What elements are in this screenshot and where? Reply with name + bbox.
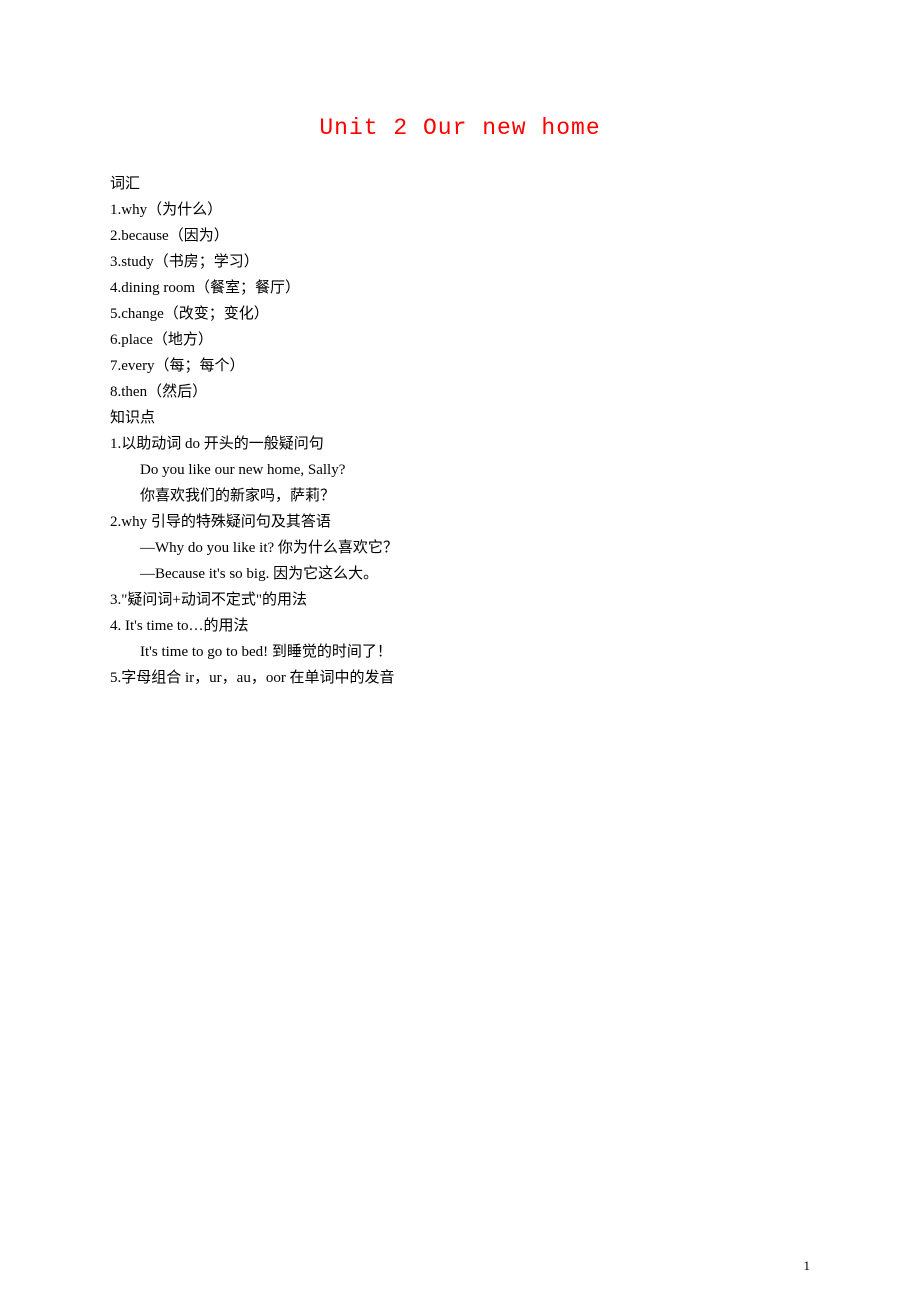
knowledge-item: 2.why 引导的特殊疑问句及其答语: [110, 509, 810, 535]
vocab-item: 6.place（地方）: [110, 327, 810, 353]
document-content: 词汇 1.why（为什么）2.because（因为）3.study（书房；学习）…: [110, 171, 810, 691]
knowledge-item: —Why do you like it? 你为什么喜欢它？: [110, 535, 810, 561]
knowledge-item: 4. It's time to…的用法: [110, 613, 810, 639]
vocab-item: 3.study（书房；学习）: [110, 249, 810, 275]
knowledge-item: —Because it's so big. 因为它这么大。: [110, 561, 810, 587]
knowledge-item: 你喜欢我们的新家吗，萨莉？: [110, 483, 810, 509]
vocab-item: 5.change（改变；变化）: [110, 301, 810, 327]
vocab-item: 1.why（为什么）: [110, 197, 810, 223]
knowledge-item: Do you like our new home, Sally?: [110, 457, 810, 483]
document-page: Unit 2 Our new home 词汇 1.why（为什么）2.becau…: [0, 0, 920, 691]
knowledge-item: 1.以助动词 do 开头的一般疑问句: [110, 431, 810, 457]
vocab-item: 8.then（然后）: [110, 379, 810, 405]
vocab-item: 2.because（因为）: [110, 223, 810, 249]
knowledge-list: 1.以助动词 do 开头的一般疑问句Do you like our new ho…: [110, 431, 810, 691]
knowledge-item: It's time to go to bed! 到睡觉的时间了！: [110, 639, 810, 665]
knowledge-section-header: 知识点: [110, 405, 810, 431]
knowledge-item: 3."疑问词+动词不定式"的用法: [110, 587, 810, 613]
vocab-item: 4.dining room（餐室；餐厅）: [110, 275, 810, 301]
vocab-list: 1.why（为什么）2.because（因为）3.study（书房；学习）4.d…: [110, 197, 810, 405]
unit-title: Unit 2 Our new home: [110, 115, 810, 141]
vocab-item: 7.every（每；每个）: [110, 353, 810, 379]
vocab-section-header: 词汇: [110, 171, 810, 197]
knowledge-item: 5.字母组合 ir，ur，au，oor 在单词中的发音: [110, 665, 810, 691]
page-number: 1: [804, 1258, 811, 1274]
